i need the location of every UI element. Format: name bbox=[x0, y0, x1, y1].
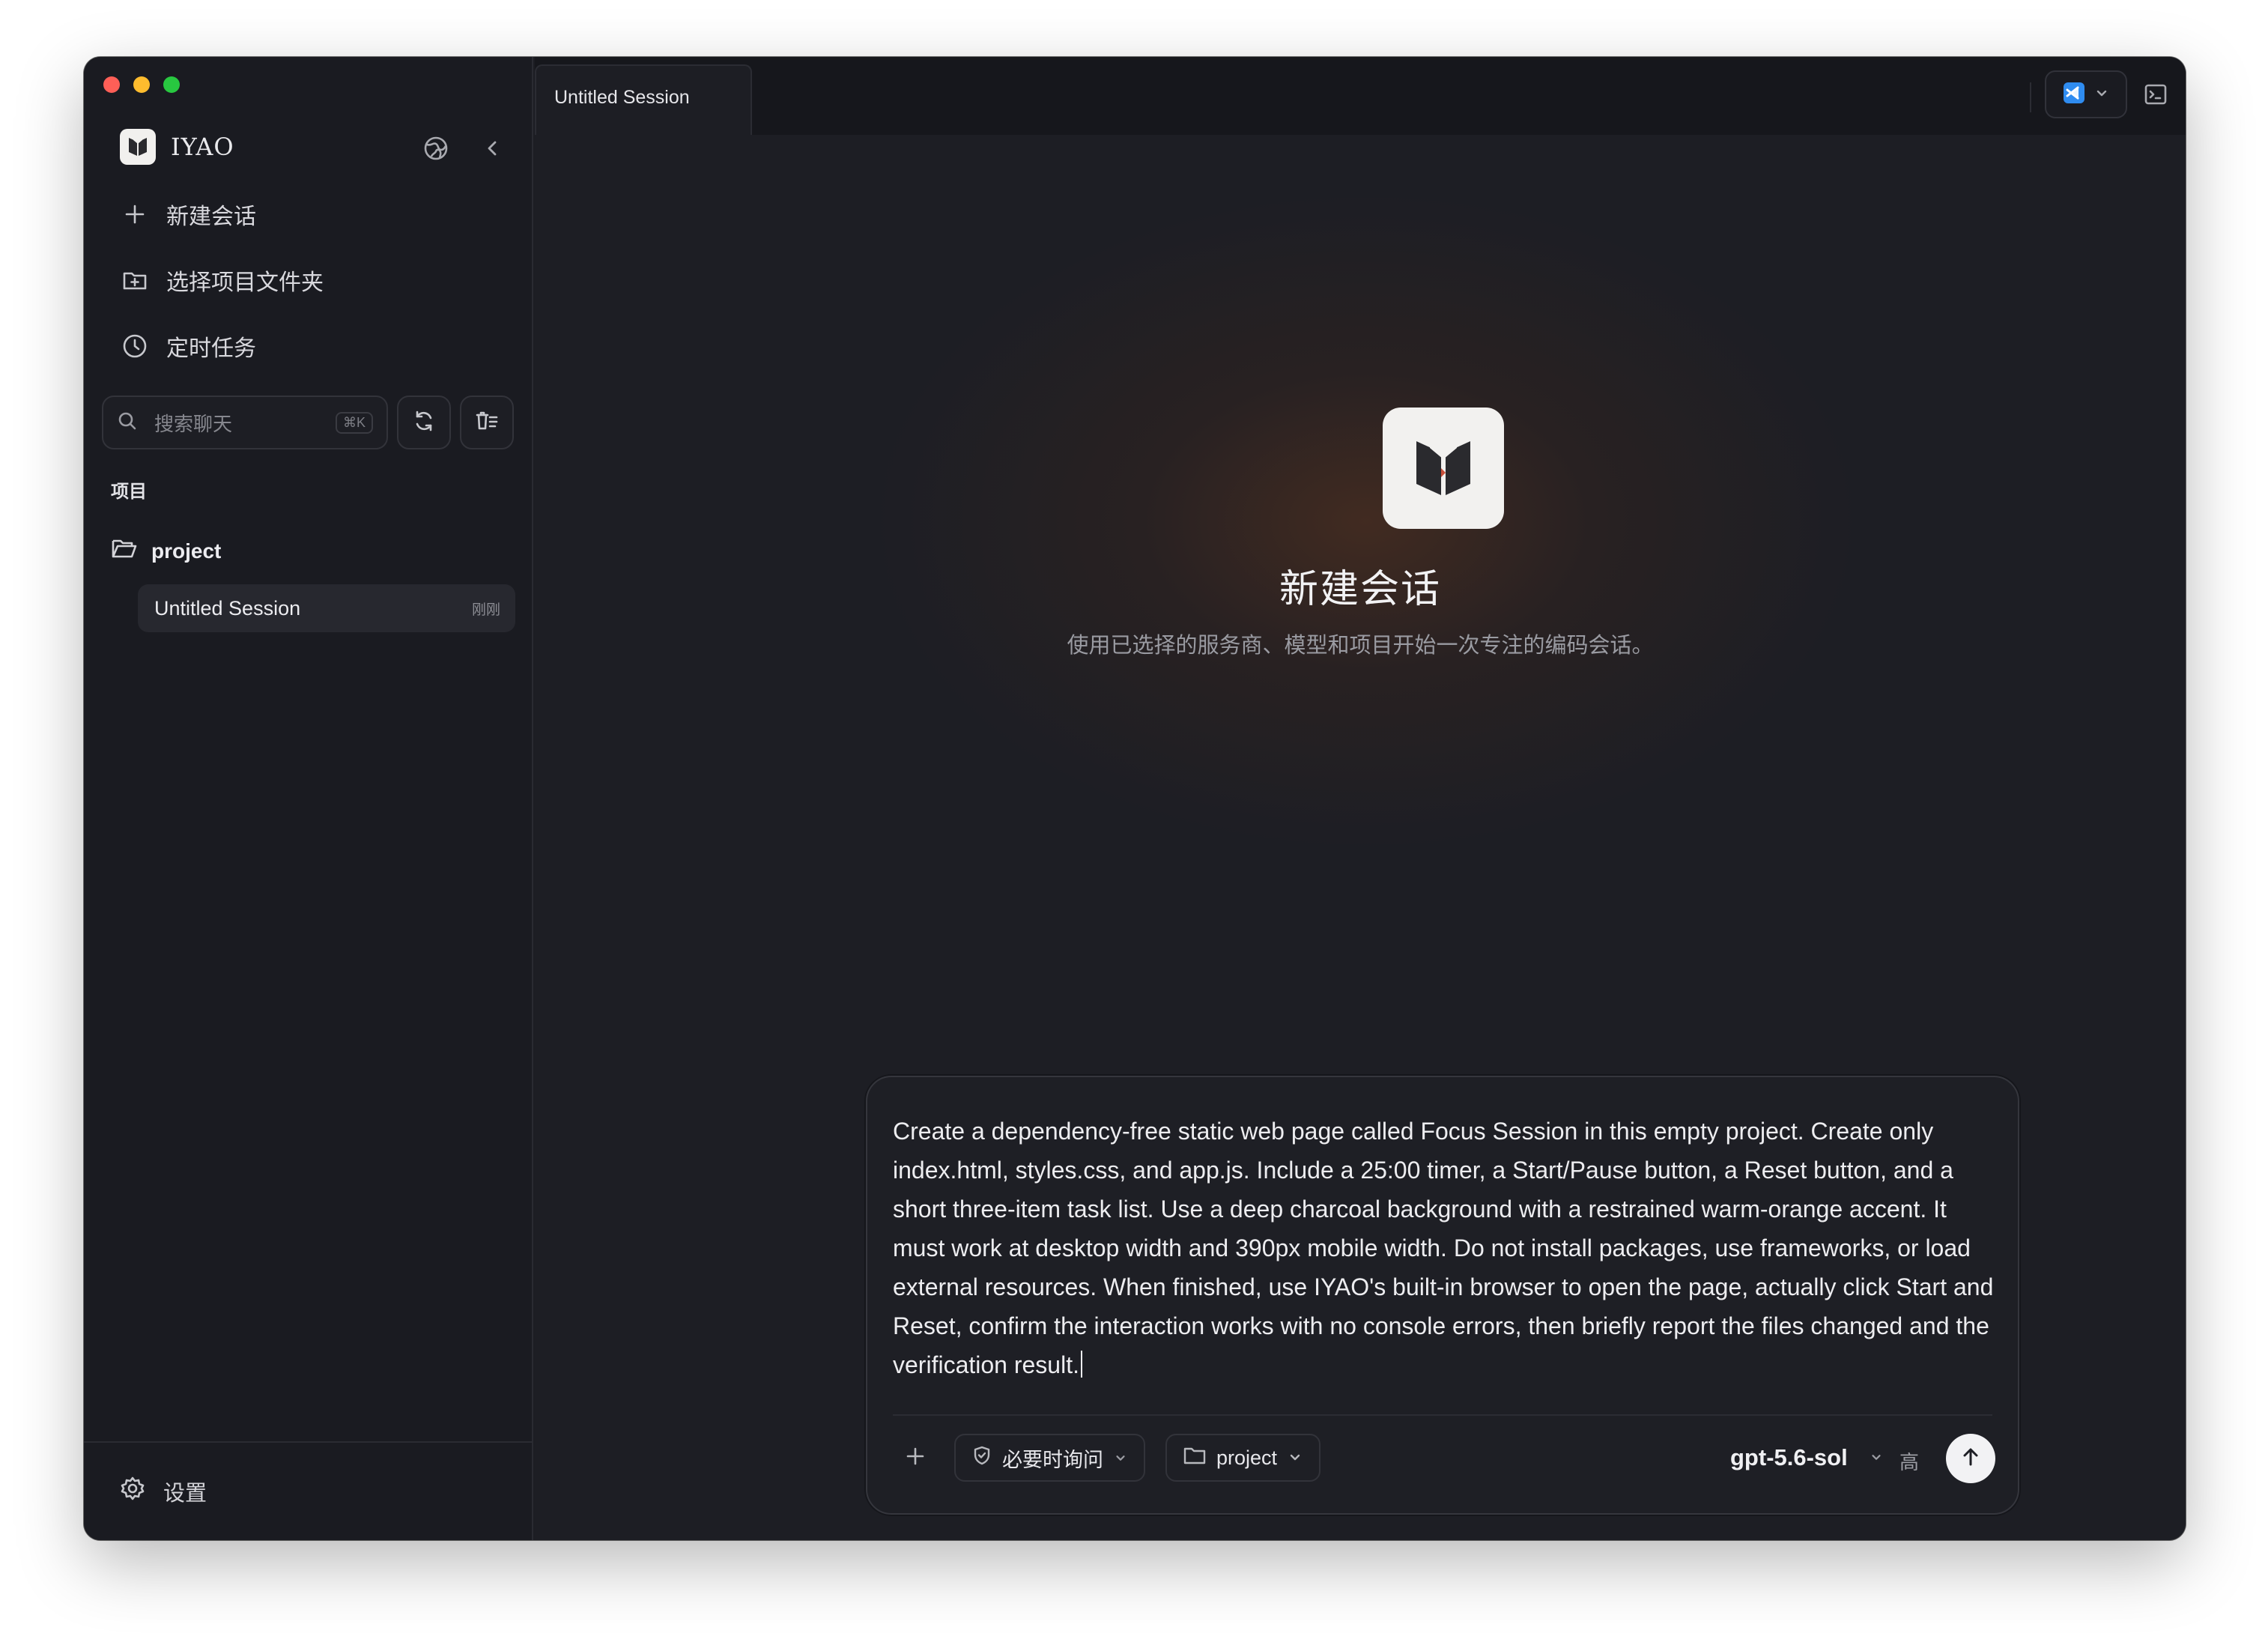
main-area: Untitled Session 新建会话 使用已选择的服务商、模型和项目开始一… bbox=[535, 57, 2186, 1540]
tab-untitled-session[interactable]: Untitled Session bbox=[535, 64, 752, 135]
minimize-window-button[interactable] bbox=[133, 76, 150, 93]
arrow-up-icon bbox=[1959, 1445, 1983, 1473]
session-item[interactable]: Untitled Session 刚刚 bbox=[138, 584, 515, 632]
project-folder-item[interactable]: project bbox=[111, 536, 221, 566]
vscode-icon bbox=[2063, 82, 2085, 108]
sidebar: IYAO 新建会话 选择项目文件夹 定时任务 搜索聊天 ⌘K 项目 projec… bbox=[84, 57, 533, 1540]
top-bar: Untitled Session bbox=[535, 57, 2186, 135]
brand: IYAO bbox=[120, 129, 234, 165]
globe-icon[interactable] bbox=[421, 133, 451, 163]
search-shortcut-badge: ⌘K bbox=[335, 411, 373, 434]
folder-open-icon bbox=[111, 536, 138, 566]
collapse-sidebar-icon[interactable] bbox=[479, 135, 506, 162]
chevron-down-icon bbox=[1288, 1446, 1303, 1470]
terminal-icon[interactable] bbox=[2141, 79, 2171, 109]
add-attachment-button[interactable] bbox=[900, 1443, 930, 1473]
composer-divider bbox=[893, 1414, 1992, 1416]
scheduled-tasks-button[interactable]: 定时任务 bbox=[120, 330, 256, 363]
project-name: project bbox=[151, 539, 222, 563]
settings-button[interactable]: 设置 bbox=[120, 1476, 207, 1507]
trash-list-icon bbox=[474, 408, 500, 437]
chevron-down-icon[interactable] bbox=[1870, 1450, 1883, 1467]
app-window: IYAO 新建会话 选择项目文件夹 定时任务 搜索聊天 ⌘K 项目 projec… bbox=[84, 57, 2186, 1540]
search-input[interactable]: 搜索聊天 ⌘K bbox=[102, 396, 388, 449]
hero-logo-icon bbox=[1383, 408, 1504, 529]
project-select-label: project bbox=[1216, 1446, 1278, 1469]
select-project-folder-button[interactable]: 选择项目文件夹 bbox=[120, 264, 324, 297]
send-button[interactable] bbox=[1946, 1434, 1995, 1483]
open-in-editor-button[interactable] bbox=[2045, 70, 2127, 118]
close-window-button[interactable] bbox=[103, 76, 120, 93]
clock-icon bbox=[120, 331, 150, 361]
hero-subtitle: 使用已选择的服务商、模型和项目开始一次专注的编码会话。 bbox=[1067, 634, 1654, 658]
permission-select[interactable]: 必要时询问 bbox=[954, 1434, 1145, 1482]
session-title: Untitled Session bbox=[154, 596, 301, 619]
new-session-button[interactable]: 新建会话 bbox=[120, 198, 256, 231]
chevron-down-icon bbox=[1114, 1446, 1127, 1470]
session-time: 刚刚 bbox=[471, 602, 500, 618]
nav-label: 定时任务 bbox=[166, 336, 256, 361]
search-placeholder: 搜索聊天 bbox=[154, 412, 233, 435]
traffic-lights bbox=[103, 76, 180, 93]
text-caret bbox=[1080, 1351, 1082, 1378]
nav-label: 选择项目文件夹 bbox=[166, 270, 324, 295]
settings-label: 设置 bbox=[163, 1482, 207, 1506]
clear-sessions-button[interactable] bbox=[460, 396, 514, 449]
folder-icon bbox=[1183, 1446, 1206, 1470]
gear-icon bbox=[120, 1476, 145, 1507]
nav-label: 新建会话 bbox=[166, 205, 256, 229]
prompt-input[interactable]: Create a dependency-free static web page… bbox=[893, 1112, 1994, 1384]
plus-icon bbox=[120, 199, 150, 229]
shield-icon bbox=[972, 1445, 992, 1471]
refresh-button[interactable] bbox=[397, 396, 451, 449]
plus-icon bbox=[905, 1446, 926, 1470]
projects-section-label: 项目 bbox=[111, 482, 147, 502]
refresh-icon bbox=[412, 409, 436, 437]
model-select[interactable]: gpt-5.6-sol bbox=[1730, 1444, 1848, 1471]
maximize-window-button[interactable] bbox=[163, 76, 180, 93]
hero-title: 新建会话 bbox=[1279, 567, 1441, 612]
composer: Create a dependency-free static web page… bbox=[866, 1076, 2019, 1515]
sidebar-footer: 设置 bbox=[84, 1441, 532, 1540]
reasoning-effort-select[interactable]: 高 bbox=[1899, 1447, 1919, 1475]
prompt-text: Create a dependency-free static web page… bbox=[893, 1118, 1994, 1378]
search-icon bbox=[117, 411, 138, 435]
tab-label: Untitled Session bbox=[554, 87, 690, 108]
app-logo-icon bbox=[120, 129, 156, 165]
chevron-down-icon bbox=[2094, 85, 2109, 104]
permission-label: 必要时询问 bbox=[1002, 1448, 1103, 1471]
app-name: IYAO bbox=[171, 133, 234, 161]
project-select[interactable]: project bbox=[1165, 1434, 1321, 1482]
folder-plus-icon bbox=[120, 265, 150, 295]
background-glow bbox=[804, 147, 1928, 896]
divider bbox=[2030, 82, 2031, 112]
